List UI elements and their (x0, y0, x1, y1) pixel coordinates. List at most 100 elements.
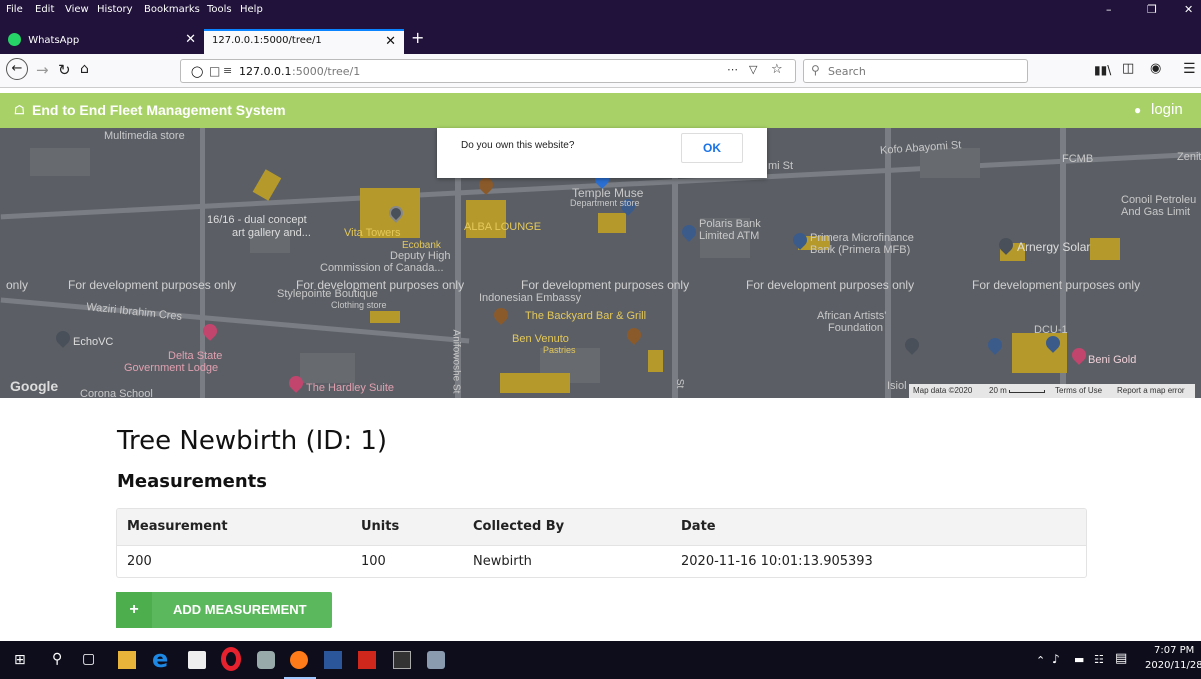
map-label: St (674, 378, 686, 389)
app-brand[interactable]: End to End Fleet Management System (32, 102, 286, 118)
menu-tools[interactable]: Tools (207, 4, 232, 15)
header-measurement: Measurement (127, 519, 228, 535)
map-label: mi St (768, 160, 794, 172)
battery-icon[interactable]: ▬ (1074, 653, 1084, 666)
menu-history[interactable]: History (97, 4, 133, 15)
add-measurement-button[interactable]: + ADD MEASUREMENT (116, 592, 332, 628)
menu-help[interactable]: Help (240, 4, 263, 15)
hamburger-menu-icon[interactable]: ☰ (1183, 61, 1196, 77)
library-icon[interactable]: ▮▮\ (1094, 63, 1111, 77)
cell-date: 2020-11-16 10:01:13.905393 (681, 554, 873, 570)
map-label: Multimedia store (104, 130, 185, 142)
map-label: Clothing store (331, 300, 387, 310)
bookmark-star-icon[interactable]: ☆ (771, 62, 783, 77)
building (300, 353, 355, 383)
shield-icon[interactable]: ◯ (191, 65, 203, 78)
browser-navbar: ← → ↻ ⌂ ◯ □ ≡ 127.0.0.1 :5000/tree/1 ⋯ ▽… (0, 54, 1201, 88)
header-units: Units (361, 519, 400, 535)
map-label: Commission of Canada... (320, 262, 444, 274)
windows-start-icon[interactable]: ⊞ (14, 652, 26, 668)
dialog-ok-button[interactable]: OK (681, 133, 743, 163)
map-pin-icon[interactable] (902, 335, 922, 355)
cell-measurement: 200 (127, 554, 152, 570)
home-brand-icon[interactable]: ☖ (14, 103, 25, 117)
windows-taskbar: ⊞ ⚲ ▢ e ⌃ ♪ ▬ ☷ ▤ 7:07 PM 2020/11/28 (0, 641, 1201, 679)
search-icon[interactable]: ⚲ (52, 651, 62, 667)
close-window-icon[interactable]: ✕ (1184, 3, 1193, 16)
parking-pin-icon[interactable] (985, 335, 1005, 355)
reload-icon[interactable]: ↻ (58, 61, 71, 79)
user-icon: ● (1134, 103, 1142, 117)
bank-pin-icon[interactable] (679, 222, 699, 242)
terms-link[interactable]: Terms of Use (1055, 386, 1102, 395)
clock-date[interactable]: 2020/11/28 (1145, 660, 1201, 671)
notification-icon[interactable]: ▤ (1115, 651, 1127, 666)
tray-chevron-icon[interactable]: ⌃ (1036, 654, 1045, 667)
map-label: The Backyard Bar & Grill (525, 310, 647, 322)
food-pin-icon[interactable] (491, 305, 511, 325)
map-label: And Gas Limit (1121, 206, 1191, 218)
tab-strip: WhatsApp ✕ 127.0.0.1:5000/tree/1 ✕ + (0, 20, 1201, 54)
tab-title: 127.0.0.1:5000/tree/1 (212, 35, 322, 46)
opera-icon[interactable] (221, 647, 241, 671)
cell-units: 100 (361, 554, 386, 570)
menu-bookmarks[interactable]: Bookmarks (144, 4, 200, 15)
firefox-icon[interactable] (290, 651, 308, 669)
minimize-icon[interactable]: – (1106, 3, 1112, 16)
terminal-icon[interactable] (393, 651, 411, 669)
map-label: Pastries (543, 345, 576, 355)
search-input[interactable]: ⚲ Search (803, 59, 1028, 83)
menu-file[interactable]: File (6, 4, 23, 15)
map-label: DCU-1 (1034, 324, 1068, 336)
account-icon[interactable]: ◉ (1150, 61, 1161, 76)
file-explorer-icon[interactable] (118, 651, 136, 669)
sidebar-icon[interactable]: ◫ (1122, 61, 1134, 76)
url-bar[interactable]: ◯ □ ≡ 127.0.0.1 :5000/tree/1 ⋯ ▽ ☆ (180, 59, 796, 83)
map-label: Limited ATM (699, 230, 760, 242)
food-pin-icon[interactable] (624, 325, 644, 345)
hotel-pin-icon[interactable] (1069, 345, 1089, 365)
forward-icon[interactable]: → (36, 61, 49, 79)
menu-edit[interactable]: Edit (35, 4, 54, 15)
ownership-dialog: Do you own this website? OK (437, 128, 767, 178)
map-pin-icon[interactable] (53, 328, 73, 348)
app-icon[interactable] (427, 651, 445, 669)
acrobat-icon[interactable] (358, 651, 376, 669)
edge-icon[interactable]: e (152, 645, 168, 673)
word-icon[interactable] (324, 651, 342, 669)
map-scale[interactable]: 20 m (989, 386, 1007, 395)
close-tab-icon[interactable]: ✕ (185, 32, 196, 47)
tab-whatsapp[interactable]: WhatsApp ✕ (0, 29, 204, 53)
tab-tree[interactable]: 127.0.0.1:5000/tree/1 ✕ (204, 29, 404, 54)
clock-time[interactable]: 7:07 PM (1154, 645, 1194, 656)
google-logo[interactable]: Google (10, 378, 58, 394)
store-icon[interactable] (188, 651, 206, 669)
permissions-icon[interactable]: ≡ (223, 64, 232, 77)
network-icon[interactable]: ☷ (1094, 653, 1104, 666)
watermark: For development purposes only (746, 278, 915, 292)
map-label: Government Lodge (124, 362, 219, 374)
task-view-icon[interactable]: ▢ (82, 651, 95, 667)
map-label: Arnergy Solar (1017, 240, 1091, 254)
menu-view[interactable]: View (65, 4, 89, 15)
watermark: only (6, 278, 29, 292)
pocket-icon[interactable]: ▽ (749, 63, 757, 76)
close-tab-icon[interactable]: ✕ (385, 34, 396, 49)
back-icon[interactable]: ← (6, 58, 28, 80)
home-icon[interactable]: ⌂ (80, 61, 89, 77)
page-actions-icon[interactable]: ⋯ (727, 63, 738, 76)
browser-menubar: File Edit View History Bookmarks Tools H… (0, 0, 1201, 20)
map-label: Waziri Ibrahim Cres (85, 301, 183, 323)
map-label: The Hardley Suite (306, 382, 395, 394)
login-link[interactable]: login (1151, 101, 1183, 118)
map-label: Delta State (168, 350, 223, 362)
restore-icon[interactable]: ❐ (1147, 3, 1157, 16)
page-title: Tree Newbirth (ID: 1) (117, 426, 388, 456)
app-icon[interactable] (257, 651, 275, 669)
building (598, 213, 626, 233)
add-measurement-label: ADD MEASUREMENT (173, 602, 307, 617)
report-error-link[interactable]: Report a map error (1117, 386, 1185, 395)
volume-icon[interactable]: ♪ (1052, 652, 1060, 666)
building (370, 311, 400, 323)
new-tab-icon[interactable]: + (411, 28, 424, 47)
